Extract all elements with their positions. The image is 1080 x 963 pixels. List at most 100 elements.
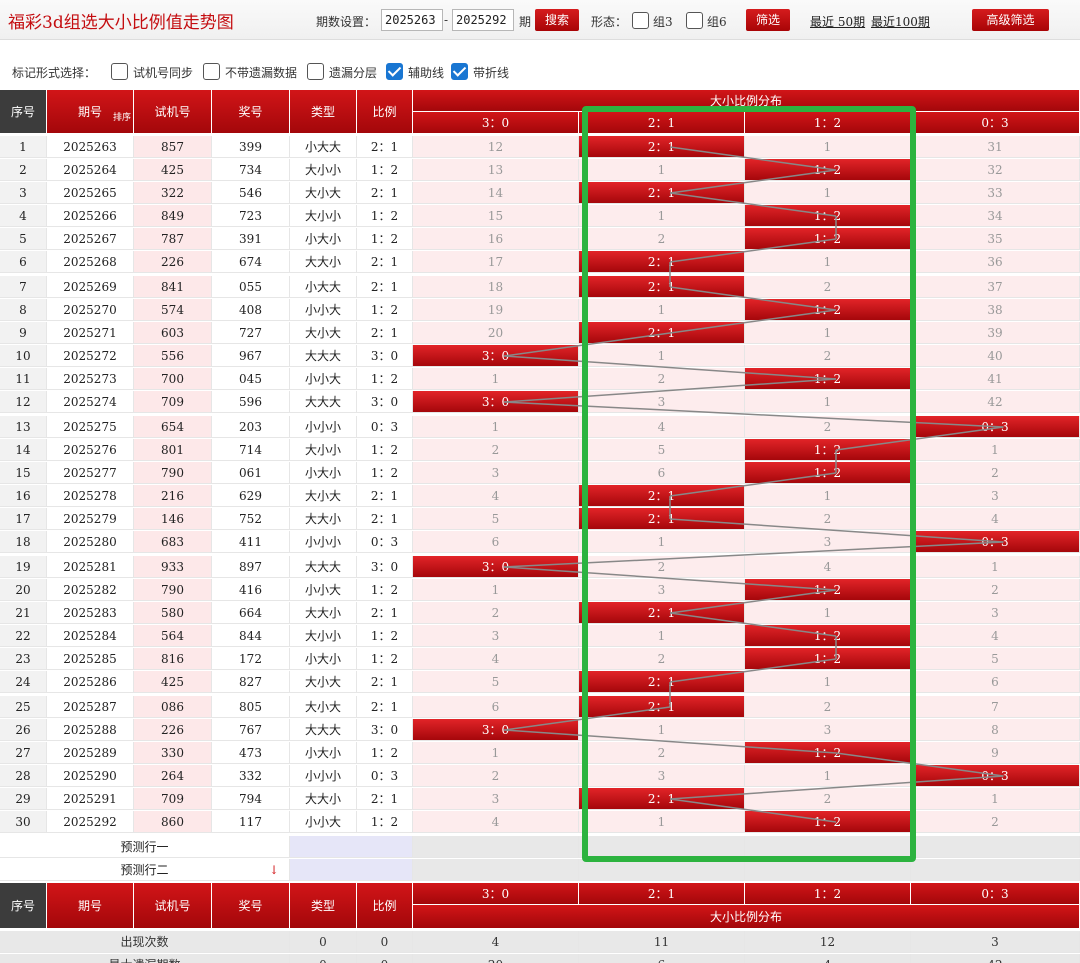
- predict-two-input[interactable]: [290, 859, 413, 881]
- row-miss-2: 1: [745, 251, 911, 273]
- option-no-miss-checkbox[interactable]: [203, 63, 220, 80]
- row-type: 大大大: [290, 391, 357, 413]
- row-miss-0: 14: [413, 182, 579, 204]
- option-trial-sync-checkbox[interactable]: [111, 63, 128, 80]
- predict-row-two[interactable]: 预测行二 ↓: [0, 859, 290, 881]
- period-from-input[interactable]: 2025263: [381, 9, 443, 31]
- row-ratio: 2：1: [357, 788, 413, 810]
- row-draw: 805: [212, 696, 290, 718]
- row-draw: 061: [212, 462, 290, 484]
- row-miss-2: 3: [745, 719, 911, 741]
- row-miss-0: 4: [413, 485, 579, 507]
- row-miss-2: 3: [745, 531, 911, 553]
- predict-two-zone-0[interactable]: [413, 859, 579, 881]
- advanced-filter-button[interactable]: 高级筛选: [972, 9, 1049, 31]
- row-ratio: 2：1: [357, 276, 413, 298]
- row-hit-2: 1：2: [745, 742, 911, 764]
- option-miss-layer-checkbox[interactable]: [307, 63, 324, 80]
- recent-50-link[interactable]: 最近 50期: [810, 13, 865, 30]
- row-hit-2: 1：2: [745, 228, 911, 250]
- row-trial: 264: [134, 765, 212, 787]
- row-hit-0: 3：0: [413, 556, 579, 578]
- row-type: 大大小: [290, 788, 357, 810]
- predict-two-zone-2[interactable]: [745, 859, 911, 881]
- row-ratio: 0：3: [357, 416, 413, 438]
- row-period: 2025285: [47, 648, 134, 670]
- predict-one-zone-3[interactable]: [911, 836, 1080, 858]
- row-miss-3: 8: [911, 719, 1080, 741]
- row-miss-3: 9: [911, 742, 1080, 764]
- header-distribution: 大小比例分布: [413, 90, 1080, 112]
- row-hit-1: 2：1: [579, 322, 745, 344]
- row-period: 2025267: [47, 228, 134, 250]
- row-seq: 17: [0, 508, 47, 530]
- row-period: 2025263: [47, 136, 134, 158]
- footer-header-draw: 奖号: [212, 883, 290, 929]
- predict-one-input[interactable]: [290, 836, 413, 858]
- row-ratio: 1：2: [357, 299, 413, 321]
- row-hit-2: 1：2: [745, 299, 911, 321]
- row-miss-0: 2: [413, 765, 579, 787]
- sort-icon[interactable]: 排序: [113, 96, 131, 133]
- row-period: 2025268: [47, 251, 134, 273]
- predict-one-zone-0[interactable]: [413, 836, 579, 858]
- row-miss-0: 18: [413, 276, 579, 298]
- option-miss-layer-label: 遗漏分层: [329, 66, 378, 80]
- arrow-down-icon[interactable]: ↓: [269, 859, 279, 880]
- row-trial: 564: [134, 625, 212, 647]
- row-type: 小小大: [290, 579, 357, 601]
- row-ratio: 1：2: [357, 159, 413, 181]
- predict-two-zone-1[interactable]: [579, 859, 745, 881]
- predict-row-one[interactable]: 预测行一: [0, 836, 290, 858]
- stat-zone-1: 11: [579, 931, 745, 953]
- row-draw: 794: [212, 788, 290, 810]
- predict-one-zone-2[interactable]: [745, 836, 911, 858]
- row-miss-1: 2: [579, 368, 745, 390]
- group3-checkbox[interactable]: [632, 12, 649, 29]
- stat-ratio: 0: [357, 954, 413, 963]
- header-zone-0: 3：0: [413, 112, 579, 134]
- row-hit-2: 1：2: [745, 625, 911, 647]
- predict-one-zone-1[interactable]: [579, 836, 745, 858]
- row-draw: 844: [212, 625, 290, 647]
- period-to-input[interactable]: 2025292: [452, 9, 514, 31]
- row-hit-1: 2：1: [579, 251, 745, 273]
- row-hit-1: 2：1: [579, 136, 745, 158]
- row-hit-3: 0：3: [911, 531, 1080, 553]
- row-ratio: 2：1: [357, 182, 413, 204]
- period-separator: -: [444, 13, 449, 27]
- option-polyline-checkbox[interactable]: [451, 63, 468, 80]
- stat-zone-2: 4: [745, 954, 911, 963]
- stat-label: 出现次数: [0, 931, 290, 953]
- row-miss-3: 42: [911, 391, 1080, 413]
- row-miss-3: 2: [911, 579, 1080, 601]
- search-button[interactable]: 搜索: [535, 9, 579, 31]
- header-period[interactable]: 期号 排序: [47, 90, 134, 134]
- row-trial: 787: [134, 228, 212, 250]
- predict-two-zone-3[interactable]: [911, 859, 1080, 881]
- filter-button[interactable]: 筛选: [746, 9, 790, 31]
- row-trial: 425: [134, 159, 212, 181]
- row-draw: 727: [212, 322, 290, 344]
- row-seq: 10: [0, 345, 47, 367]
- row-miss-1: 6: [579, 462, 745, 484]
- stat-type: 0: [290, 931, 357, 953]
- recent-100-link[interactable]: 最近100期: [871, 13, 930, 30]
- group6-checkbox[interactable]: [686, 12, 703, 29]
- row-miss-0: 5: [413, 671, 579, 693]
- row-ratio: 0：3: [357, 765, 413, 787]
- row-miss-3: 1: [911, 439, 1080, 461]
- row-hit-2: 1：2: [745, 648, 911, 670]
- row-miss-2: 1: [745, 602, 911, 624]
- row-ratio: 1：2: [357, 625, 413, 647]
- row-trial: 801: [134, 439, 212, 461]
- row-period: 2025289: [47, 742, 134, 764]
- row-trial: 226: [134, 251, 212, 273]
- row-type: 大小大: [290, 671, 357, 693]
- row-period: 2025274: [47, 391, 134, 413]
- option-guide-line-checkbox[interactable]: [386, 63, 403, 80]
- stat-zone-3: 3: [911, 931, 1080, 953]
- row-miss-1: 1: [579, 719, 745, 741]
- row-miss-3: 3: [911, 485, 1080, 507]
- row-miss-3: 37: [911, 276, 1080, 298]
